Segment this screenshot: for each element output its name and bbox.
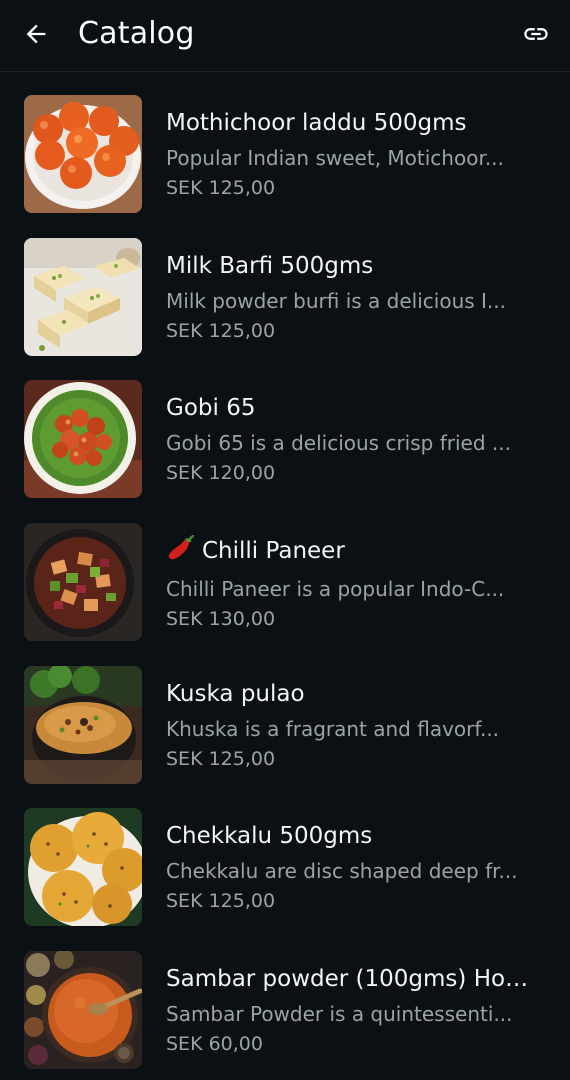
page-title: Catalog — [78, 16, 195, 51]
item-name: Gobi 65 — [166, 395, 256, 422]
item-description: Popular Indian sweet, Motichoor... — [166, 146, 504, 170]
share-link-button[interactable] — [514, 12, 558, 56]
catalog-item[interactable]: Kuska pulao Khuska is a fragrant and fla… — [0, 644, 570, 787]
product-image-pulao — [24, 665, 142, 784]
catalog-list: Mothichoor laddu 500gms Popular Indian s… — [0, 73, 570, 1072]
item-description: Chilli Paneer is a popular Indo-C... — [166, 577, 505, 602]
app-bar: Catalog — [0, 0, 570, 72]
item-price: SEK 120,00 — [166, 462, 276, 485]
catalog-item[interactable]: Gobi 65 Gobi 65 is a delicious crisp fri… — [0, 358, 570, 501]
catalog-item[interactable]: Chekkalu 500gms Chekkalu are disc shaped… — [0, 786, 570, 929]
catalog-item[interactable]: Chilli Paneer Chilli Paneer is a popular… — [0, 501, 570, 644]
item-name: Mothichoor laddu 500gms — [166, 110, 467, 136]
back-button[interactable] — [14, 12, 58, 56]
item-name: Sambar powder (100gms) Hom... — [166, 966, 542, 993]
chili-pepper-icon — [166, 535, 195, 570]
item-price: SEK 130,00 — [166, 608, 276, 631]
link-icon — [524, 28, 548, 40]
catalog-item[interactable]: Milk Barfi 500gms Milk powder burfi is a… — [0, 216, 570, 359]
item-name: Kuska pulao — [166, 680, 305, 707]
product-image-sambar — [24, 951, 142, 1070]
item-price: SEK 125,00 — [166, 747, 276, 770]
catalog-item[interactable]: Sambar powder (100gms) Hom... Sambar Pow… — [0, 929, 570, 1072]
product-image-chekkalu — [24, 808, 142, 927]
item-description: Milk powder burfi is a delicious I... — [166, 288, 506, 313]
product-image-gobi — [24, 380, 142, 499]
item-name-text: Chilli Paneer — [202, 538, 345, 565]
item-price: SEK 60,00 — [166, 1033, 263, 1056]
item-price: SEK 125,00 — [166, 319, 276, 342]
item-description: Khuska is a fragrant and flavorf... — [166, 716, 500, 741]
item-description: Sambar Powder is a quintessenti... — [166, 1002, 513, 1027]
item-price: SEK 125,00 — [166, 890, 276, 913]
product-image-barfi — [24, 237, 142, 356]
item-name: Milk Barfi 500gms — [166, 252, 374, 279]
item-description: Chekkalu are disc shaped deep fr... — [166, 859, 518, 884]
product-image-laddu — [24, 95, 142, 213]
item-price: SEK 125,00 — [166, 177, 276, 199]
item-name: Chekkalu 500gms — [166, 823, 373, 850]
item-name: Chilli Paneer — [166, 535, 542, 570]
catalog-item[interactable]: Mothichoor laddu 500gms Popular Indian s… — [0, 73, 570, 216]
product-image-paneer — [24, 523, 142, 642]
item-description: Gobi 65 is a delicious crisp fried ... — [166, 431, 511, 456]
arrow-left-icon — [26, 24, 46, 44]
